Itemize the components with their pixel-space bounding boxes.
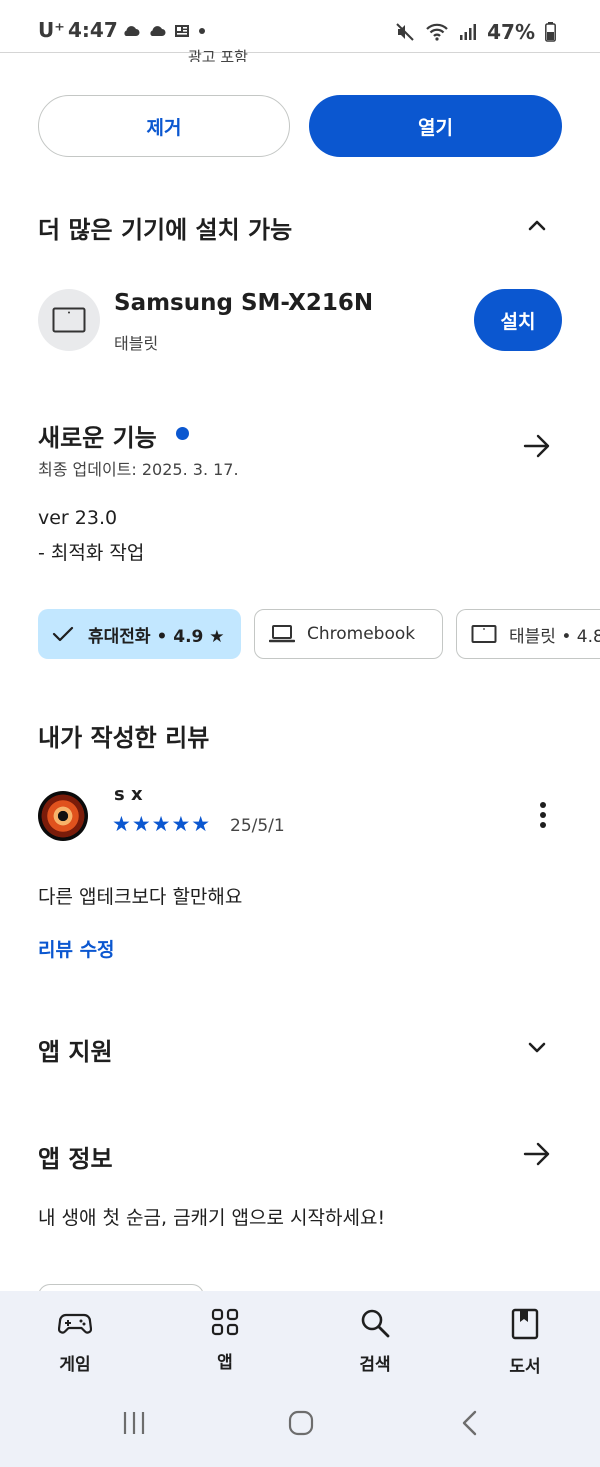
star-rating: ★★★★★ <box>112 812 212 836</box>
release-note: - 최적화 작업 <box>38 542 145 564</box>
chip-phone[interactable]: 휴대전화 • 4.9 ★ <box>38 609 241 659</box>
nav-search-label: 검색 <box>359 1355 391 1375</box>
chevron-down-icon[interactable] <box>525 1035 549 1059</box>
install-button[interactable]: 설치 <box>474 289 562 351</box>
arrow-right-icon[interactable] <box>522 1140 552 1168</box>
version-text: ver 23.0 <box>38 507 118 529</box>
chip-phone-label: 휴대전화 • 4.9 ★ <box>88 626 225 647</box>
device-avatar <box>38 289 100 351</box>
status-bar: U⁺ 4:47 47% <box>0 0 600 53</box>
cloud-icon <box>150 26 166 36</box>
tablet-icon <box>471 625 497 643</box>
chevron-up-icon[interactable] <box>525 214 549 238</box>
edit-review-link[interactable]: 리뷰 수정 <box>38 935 115 962</box>
arrow-right-icon[interactable] <box>522 432 552 460</box>
whats-new-title[interactable]: 새로운 기능 <box>38 418 157 453</box>
signal-icon <box>460 24 477 40</box>
reviewer-name: s x <box>114 784 143 805</box>
nav-search[interactable]: 검색 <box>320 1308 430 1375</box>
gamepad-icon <box>58 1313 92 1334</box>
nav-apps[interactable]: 앱 <box>170 1308 280 1373</box>
review-text: 다른 앱테크보다 할만해요 <box>38 886 243 908</box>
laptop-icon <box>269 625 295 643</box>
ads-notice: 광고 포함 <box>188 48 248 62</box>
app-support-title[interactable]: 앱 지원 <box>38 1032 113 1067</box>
review-date: 25/5/1 <box>230 816 285 836</box>
app-description: 내 생애 첫 순금, 금캐기 앱으로 시작하세요! <box>38 1207 386 1229</box>
nav-books[interactable]: 도서 <box>470 1308 580 1377</box>
chip-tablet-label: 태블릿 • 4.8 <box>509 626 600 647</box>
system-status-icons: 47% <box>395 20 556 44</box>
news-icon <box>175 25 189 37</box>
device-type: 태블릿 <box>114 334 159 353</box>
back-icon[interactable] <box>460 1410 480 1436</box>
home-icon[interactable] <box>288 1410 314 1436</box>
wifi-icon <box>426 23 448 41</box>
more-vert-icon[interactable] <box>532 800 554 830</box>
notification-icons <box>122 23 206 39</box>
apps-grid-icon <box>211 1308 239 1336</box>
battery-icon <box>545 22 556 42</box>
check-icon <box>52 626 74 642</box>
tablet-icon <box>52 307 86 333</box>
recent-apps-icon[interactable] <box>121 1410 147 1436</box>
chip-chromebook[interactable]: Chromebook <box>254 609 443 659</box>
nav-apps-label: 앱 <box>217 1353 233 1373</box>
avatar <box>38 791 88 841</box>
app-info-title[interactable]: 앱 정보 <box>38 1139 113 1174</box>
dot-icon <box>199 28 205 34</box>
search-icon <box>361 1309 390 1338</box>
carrier-label: U⁺ <box>38 18 65 42</box>
nav-books-label: 도서 <box>509 1357 541 1377</box>
device-name: Samsung SM-X216N <box>114 290 374 316</box>
chip-chromebook-label: Chromebook <box>307 624 416 644</box>
more-devices-title: 더 많은 기기에 설치 가능 <box>38 216 293 244</box>
nav-games[interactable]: 게임 <box>20 1308 130 1375</box>
book-icon <box>511 1308 539 1340</box>
last-updated: 최종 업데이트: 2025. 3. 17. <box>38 460 239 479</box>
chip-tablet[interactable]: 태블릿 • 4.8 <box>456 609 600 659</box>
battery-percent: 47% <box>487 20 535 44</box>
uninstall-button[interactable]: 제거 <box>38 95 290 157</box>
my-review-title: 내가 작성한 리뷰 <box>38 724 210 752</box>
mute-icon <box>396 23 414 41</box>
nav-games-label: 게임 <box>59 1355 91 1375</box>
open-button[interactable]: 열기 <box>309 95 562 157</box>
cloud-icon <box>124 26 140 36</box>
clock: 4:47 <box>68 18 118 42</box>
new-indicator-dot <box>176 427 189 440</box>
